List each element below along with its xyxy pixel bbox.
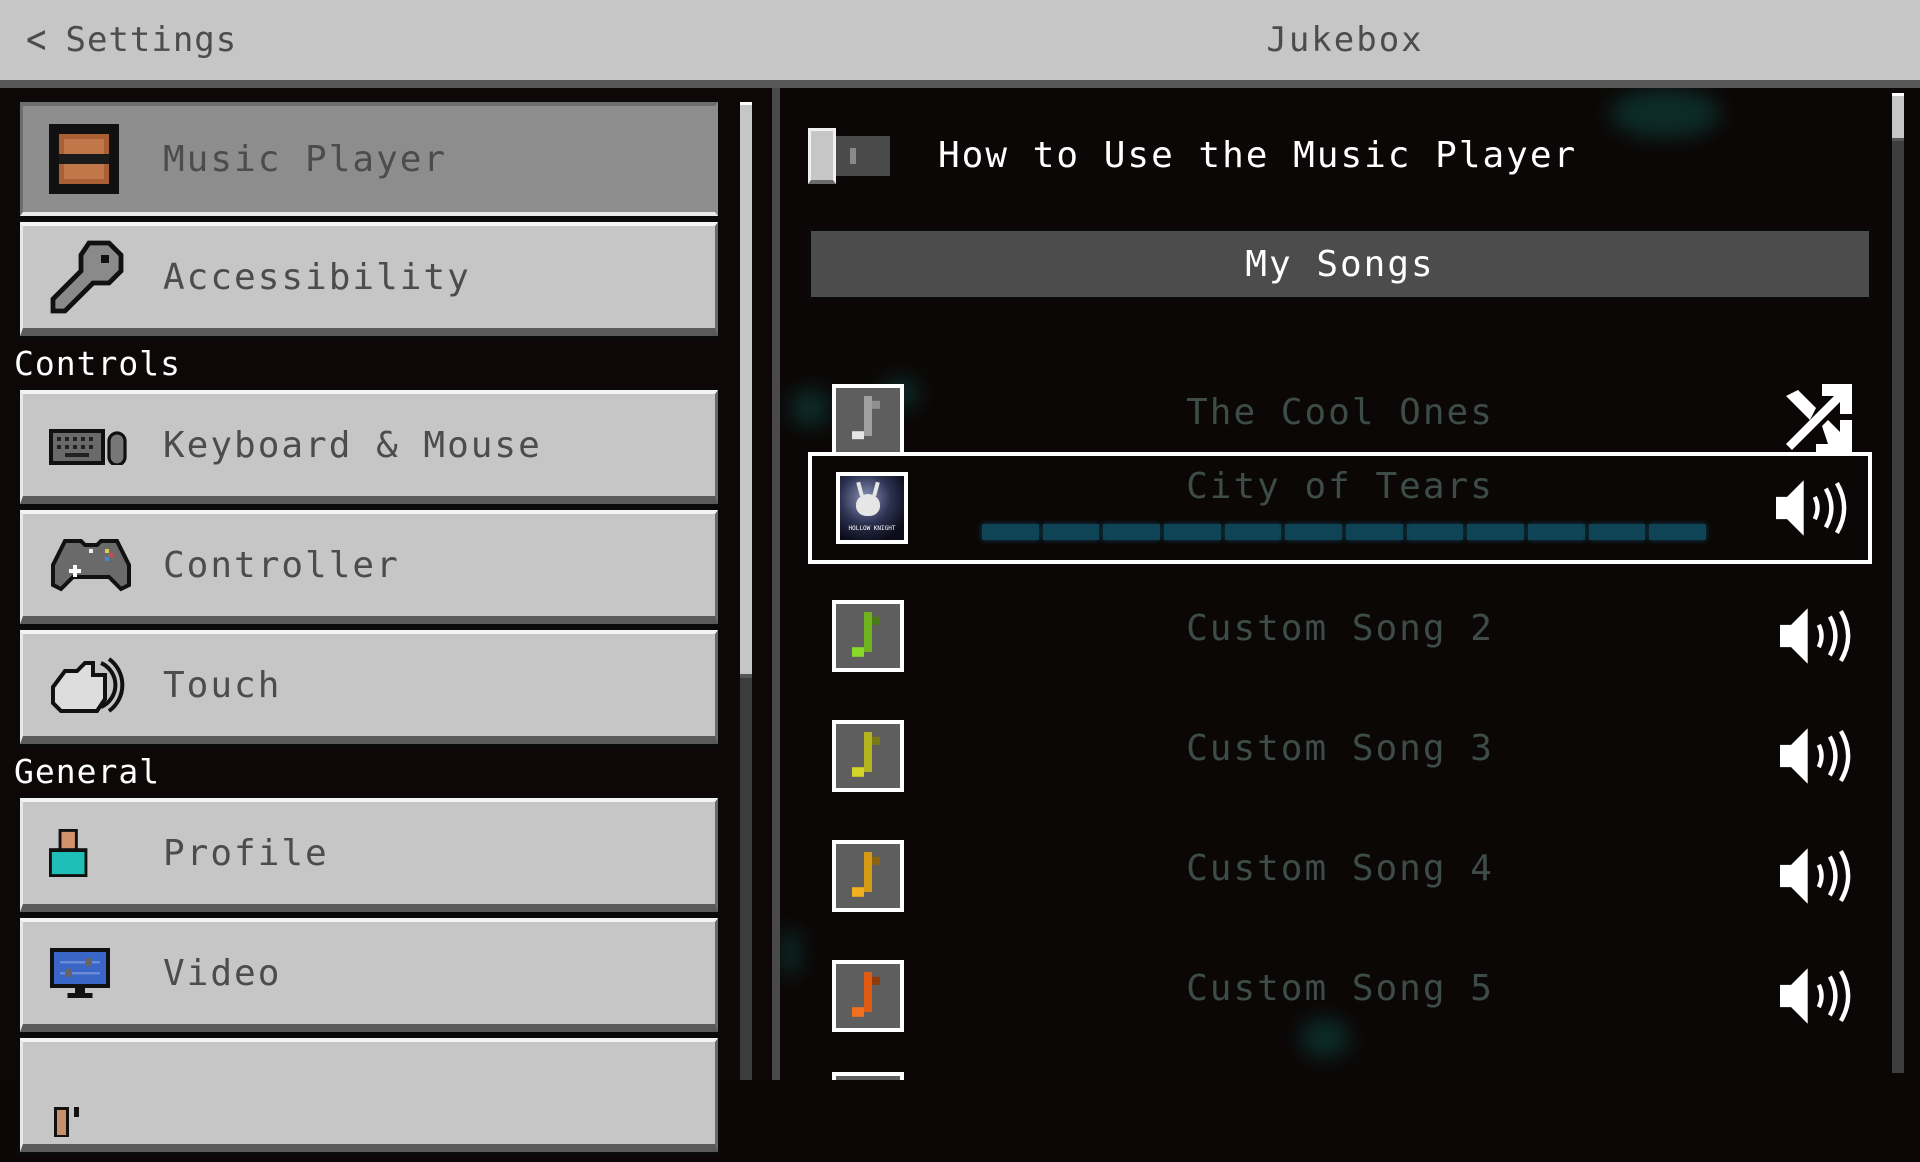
sidebar-item-label: Touch [163, 664, 282, 706]
partially-visible-icon [49, 1082, 139, 1162]
song-title: Custom Song 4 [1186, 848, 1494, 889]
section-title-general: General [14, 752, 161, 791]
settings-sidebar: Music Player Accessibility Controls Keyb… [0, 88, 772, 1152]
key-icon [49, 237, 139, 317]
sidebar-item-video[interactable]: Video [20, 918, 718, 1032]
song-row-playing[interactable]: HOLLOW KNIGHT City of Tears [808, 452, 1872, 564]
sidebar-item-touch[interactable]: Touch [20, 630, 718, 744]
speaker-icon[interactable] [1780, 960, 1852, 1032]
jukebox-panel: How to Use the Music Player My Songs The… [780, 88, 1920, 1080]
toggle-knob [808, 128, 836, 184]
speaker-icon[interactable] [1780, 600, 1852, 672]
song-row[interactable]: Custom Song 2 [808, 580, 1872, 692]
speaker-icon[interactable] [1780, 840, 1852, 912]
sidebar-item-label: Accessibility [163, 256, 471, 298]
background-glow [780, 928, 800, 978]
shuffle-icon[interactable] [1780, 384, 1852, 456]
help-toggle-label[interactable]: How to Use the Music Player [938, 128, 1577, 184]
chevron-left-icon: < [26, 16, 48, 64]
sidebar-item-label: Keyboard & Mouse [163, 424, 542, 466]
background-glow [1610, 88, 1720, 138]
song-title: Custom Song 5 [1186, 968, 1494, 1009]
sidebar-item-label: Controller [163, 544, 400, 586]
monitor-sliders-icon [49, 933, 139, 1013]
speaker-icon[interactable] [1776, 472, 1848, 544]
song-list-scrollbar-thumb[interactable] [1892, 93, 1904, 141]
speaker-icon[interactable] [1780, 720, 1852, 792]
toggle-track [836, 136, 890, 176]
song-title: City of Tears [1186, 466, 1494, 507]
sidebar-scrollbar-thumb[interactable] [740, 102, 752, 678]
my-songs-header: My Songs [808, 228, 1872, 300]
music-note-icon-partial [832, 1072, 904, 1080]
sidebar-item-label: Profile [163, 832, 329, 874]
song-row[interactable]: Custom Song 4 [808, 820, 1872, 932]
back-label: Settings [65, 20, 238, 60]
sidebar-item-label: Video [163, 952, 282, 994]
touch-hand-icon [49, 645, 139, 725]
sidebar-item-label: Music Player [163, 138, 448, 180]
section-title-controls: Controls [14, 344, 181, 383]
back-button[interactable]: < Settings [26, 16, 238, 64]
song-title: The Cool Ones [1186, 392, 1494, 433]
song-title: Custom Song 2 [1186, 608, 1494, 649]
sidebar-item-keyboard-mouse[interactable]: Keyboard & Mouse [20, 390, 718, 504]
help-toggle[interactable] [808, 128, 904, 184]
sidebar-item-profile[interactable]: Profile [20, 798, 718, 912]
song-title: Custom Song 3 [1186, 728, 1494, 769]
top-bar: < Settings Jukebox [0, 0, 1920, 80]
sidebar-item-music-player[interactable]: Music Player [20, 102, 718, 216]
keyboard-mouse-icon [49, 405, 139, 485]
song-row[interactable]: Custom Song 3 [808, 700, 1872, 812]
sidebar-item-partial[interactable] [20, 1038, 718, 1152]
jukebox-icon [49, 119, 139, 199]
panel-divider [772, 88, 780, 1080]
header-divider [0, 80, 1920, 88]
profile-icon [49, 813, 139, 893]
sidebar-item-controller[interactable]: Controller [20, 510, 718, 624]
album-art-caption: HOLLOW KNIGHT [848, 525, 896, 532]
song-row[interactable]: Custom Song 5 [808, 940, 1872, 1052]
song-list-scrollbar-track[interactable] [1892, 93, 1904, 1073]
sidebar-item-accessibility[interactable]: Accessibility [20, 222, 718, 336]
playback-progress-bar [982, 524, 1707, 540]
page-title: Jukebox [1266, 20, 1424, 60]
gamepad-icon [49, 525, 139, 605]
